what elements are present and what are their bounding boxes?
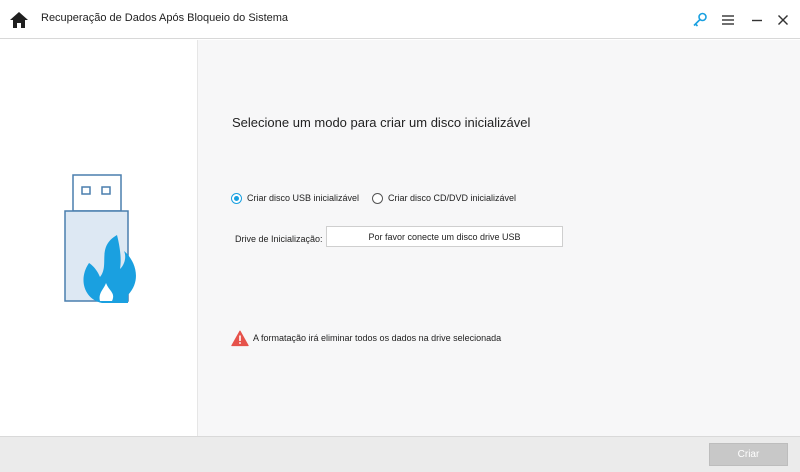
- mode-usb-label: Criar disco USB inicializável: [247, 193, 360, 203]
- warning-message: A formatação irá eliminar todos os dados…: [231, 329, 501, 347]
- minimize-icon[interactable]: [747, 10, 767, 30]
- key-icon[interactable]: [690, 10, 710, 30]
- radio-unselected-icon[interactable]: [372, 192, 383, 204]
- mode-usb-radio[interactable]: Criar disco USB inicializável: [231, 190, 359, 206]
- menu-icon[interactable]: [718, 10, 738, 30]
- create-button[interactable]: Criar: [709, 443, 788, 466]
- mode-cd-label: Criar disco CD/DVD inicializável: [388, 193, 517, 203]
- footer-bar: Criar: [0, 436, 800, 472]
- page-title: Selecione um modo para criar um disco in…: [232, 115, 531, 130]
- app-title: Recuperação de Dados Após Bloqueio do Si…: [41, 12, 289, 24]
- warning-text: A formatação irá eliminar todos os dados…: [253, 333, 502, 343]
- main-panel: Selecione um modo para criar um disco in…: [198, 40, 800, 436]
- radio-selected-icon[interactable]: [231, 192, 242, 204]
- home-icon[interactable]: [8, 10, 30, 30]
- drive-label: Drive de Inicialização:: [235, 234, 323, 244]
- title-bar: Recuperação de Dados Após Bloqueio do Si…: [0, 0, 800, 39]
- illustration-panel: [0, 40, 198, 436]
- mode-cd-radio[interactable]: Criar disco CD/DVD inicializável: [372, 190, 516, 206]
- drive-select[interactable]: Por favor conecte um disco drive USB: [326, 226, 563, 247]
- usb-drive-icon: [64, 174, 136, 303]
- close-icon[interactable]: [773, 10, 793, 30]
- warning-icon: [231, 330, 249, 346]
